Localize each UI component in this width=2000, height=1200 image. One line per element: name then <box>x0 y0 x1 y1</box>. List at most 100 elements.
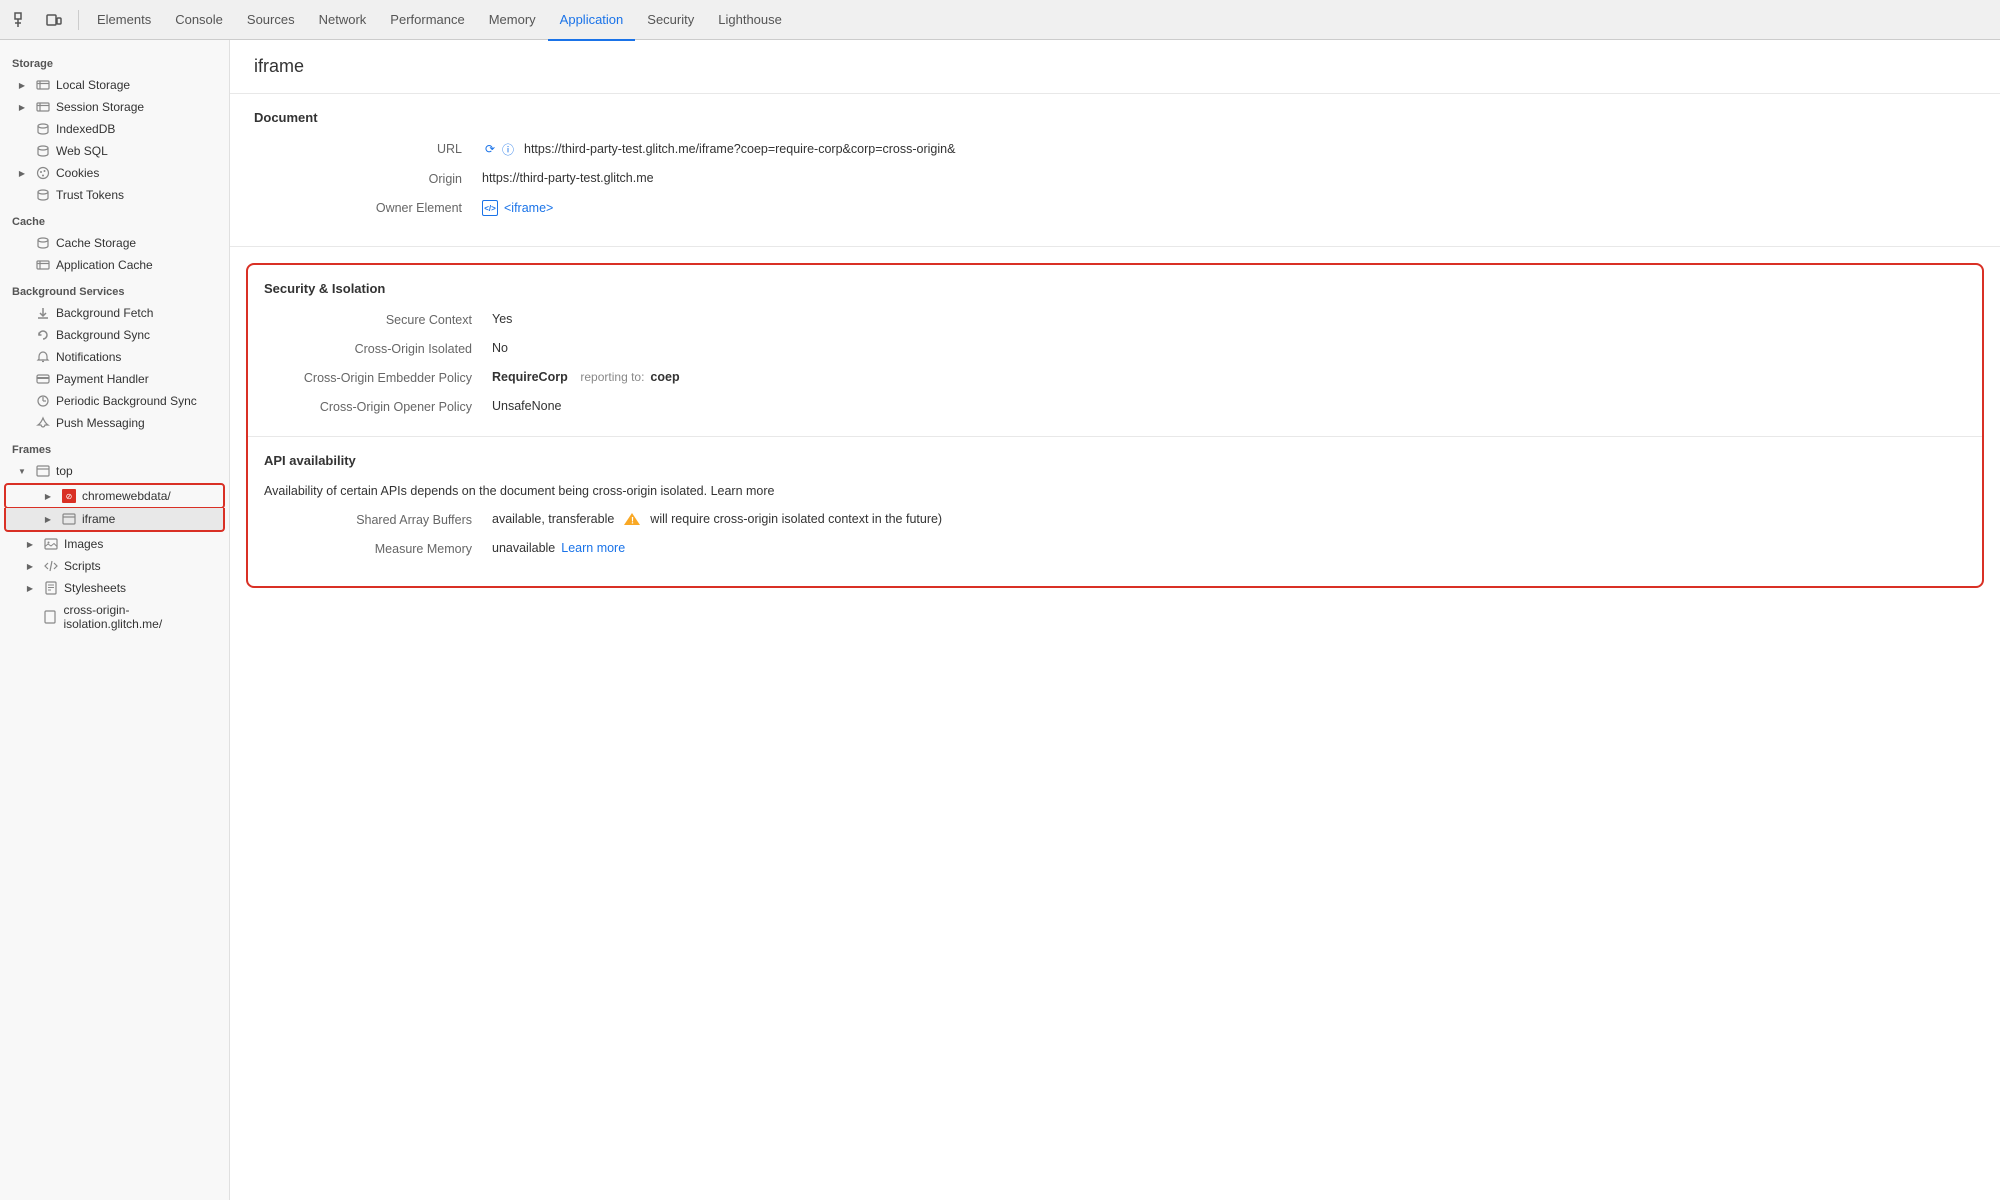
sidebar-item-application-cache[interactable]: Application Cache <box>0 254 229 276</box>
sidebar-item-push-messaging[interactable]: Push Messaging <box>0 412 229 434</box>
bg-sync-icon <box>36 328 50 342</box>
api-availability-section: API availability Availability of certain… <box>248 437 1982 586</box>
sidebar-item-websql[interactable]: Web SQL <box>0 140 229 162</box>
coep-value-text: RequireCorp <box>492 370 568 384</box>
owner-element-label: Owner Element <box>254 200 474 215</box>
sidebar-item-periodic-bg-sync[interactable]: Periodic Background Sync <box>0 390 229 412</box>
tab-network[interactable]: Network <box>307 1 379 41</box>
tab-memory[interactable]: Memory <box>477 1 548 41</box>
red-frame-icon: ⊘ <box>62 489 76 503</box>
expand-iframe-icon <box>42 513 54 525</box>
bg-services-section-header: Background Services <box>0 276 229 302</box>
notifications-spacer <box>16 351 28 363</box>
url-row: URL ⟳ ⓘ https://third-party-test.glitch.… <box>254 141 1976 157</box>
shared-array-value: available, transferable ! will require c… <box>492 512 942 526</box>
cross-origin-label: cross-origin-isolation.glitch.me/ <box>63 603 221 631</box>
measure-memory-row: Measure Memory unavailable Learn more <box>264 541 1966 556</box>
origin-row: Origin https://third-party-test.glitch.m… <box>254 171 1976 186</box>
sidebar-item-bg-fetch[interactable]: Background Fetch <box>0 302 229 324</box>
payment-handler-spacer <box>16 373 28 385</box>
security-isolation-section: Security & Isolation Secure Context Yes … <box>248 265 1982 437</box>
payment-handler-label: Payment Handler <box>56 372 149 386</box>
application-cache-icon <box>36 258 50 272</box>
periodic-bg-sync-spacer <box>16 395 28 407</box>
api-learn-more-link[interactable]: Learn more <box>711 484 775 498</box>
document-section-title: Document <box>254 110 1976 125</box>
sidebar-item-images[interactable]: Images <box>0 533 229 555</box>
bg-sync-label: Background Sync <box>56 328 150 342</box>
secure-context-value: Yes <box>492 312 512 326</box>
sidebar-item-iframe[interactable]: iframe <box>4 508 225 532</box>
tab-application[interactable]: Application <box>548 1 636 41</box>
coep-reporting-label: reporting to: <box>574 370 645 384</box>
bg-fetch-icon <box>36 306 50 320</box>
cache-storage-label: Cache Storage <box>56 236 136 250</box>
expand-stylesheets-icon <box>24 582 36 594</box>
sidebar-item-cross-origin[interactable]: cross-origin-isolation.glitch.me/ <box>0 599 229 635</box>
cross-origin-spacer <box>24 611 35 623</box>
expand-chromewebdata-icon <box>42 490 54 502</box>
measure-memory-label: Measure Memory <box>264 541 484 556</box>
images-label: Images <box>64 537 103 551</box>
chromewebdata-icon: ⊘ <box>62 489 76 503</box>
owner-element-icon: </> <box>482 200 498 216</box>
coop-value: UnsafeNone <box>492 399 562 413</box>
tab-separator <box>78 10 79 30</box>
warning-icon-wrap: ! <box>624 512 640 526</box>
document-section: Document URL ⟳ ⓘ https://third-party-tes… <box>230 94 2000 247</box>
device-toolbar-icon[interactable] <box>40 6 68 34</box>
owner-element-link[interactable]: <iframe> <box>504 201 553 215</box>
bg-sync-spacer <box>16 329 28 341</box>
panel-title: iframe <box>230 40 2000 94</box>
main-panel: iframe Document URL ⟳ ⓘ https://third-pa… <box>230 40 2000 1200</box>
tab-security[interactable]: Security <box>635 1 706 41</box>
tab-console[interactable]: Console <box>163 1 235 41</box>
sidebar-item-stylesheets[interactable]: Stylesheets <box>0 577 229 599</box>
push-messaging-icon <box>36 416 50 430</box>
sidebar-item-cache-storage[interactable]: Cache Storage <box>0 232 229 254</box>
inspect-icon[interactable] <box>8 6 36 34</box>
sidebar-item-indexeddb[interactable]: IndexedDB <box>0 118 229 140</box>
frames-section-header: Frames <box>0 434 229 460</box>
coep-label: Cross-Origin Embedder Policy <box>264 370 484 385</box>
secure-context-label: Secure Context <box>264 312 484 327</box>
expand-local-storage-icon <box>16 79 28 91</box>
tab-sources[interactable]: Sources <box>235 1 307 41</box>
bg-fetch-label: Background Fetch <box>56 306 153 320</box>
sidebar-item-payment-handler[interactable]: Payment Handler <box>0 368 229 390</box>
tab-elements[interactable]: Elements <box>85 1 163 41</box>
cross-origin-icon <box>43 610 57 624</box>
url-label: URL <box>254 141 474 156</box>
local-storage-label: Local Storage <box>56 78 130 92</box>
sidebar-item-cookies[interactable]: Cookies <box>0 162 229 184</box>
stylesheets-label: Stylesheets <box>64 581 126 595</box>
tab-performance[interactable]: Performance <box>378 1 476 41</box>
chromewebdata-label: chromewebdata/ <box>82 489 171 503</box>
sidebar-item-bg-sync[interactable]: Background Sync <box>0 324 229 346</box>
coop-row: Cross-Origin Opener Policy UnsafeNone <box>264 399 1966 414</box>
session-storage-icon <box>36 100 50 114</box>
sidebar-item-chromewebdata[interactable]: ⊘ chromewebdata/ <box>4 483 225 509</box>
sidebar-item-session-storage[interactable]: Session Storage <box>0 96 229 118</box>
api-desc-text: Availability of certain APIs depends on … <box>264 484 707 498</box>
trust-tokens-icon <box>36 188 50 202</box>
local-storage-icon <box>36 78 50 92</box>
application-cache-spacer <box>16 259 28 271</box>
api-availability-desc: Availability of certain APIs depends on … <box>264 484 1966 498</box>
measure-memory-learn-more-link[interactable]: Learn more <box>561 541 625 555</box>
tab-lighthouse[interactable]: Lighthouse <box>706 1 794 41</box>
sidebar-item-scripts[interactable]: Scripts <box>0 555 229 577</box>
sidebar-item-trust-tokens[interactable]: Trust Tokens <box>0 184 229 206</box>
shared-array-warning-text: will require cross-origin isolated conte… <box>650 512 942 526</box>
sidebar-item-local-storage[interactable]: Local Storage <box>0 74 229 96</box>
notifications-label: Notifications <box>56 350 121 364</box>
top-frame-icon <box>36 464 50 478</box>
secure-context-text: Yes <box>492 312 512 326</box>
sidebar-item-top[interactable]: top <box>0 460 229 482</box>
scripts-icon <box>44 559 58 573</box>
coop-label: Cross-Origin Opener Policy <box>264 399 484 414</box>
sidebar-item-notifications[interactable]: Notifications <box>0 346 229 368</box>
iframe-label: iframe <box>82 512 115 526</box>
cookies-icon <box>36 166 50 180</box>
push-messaging-label: Push Messaging <box>56 416 145 430</box>
